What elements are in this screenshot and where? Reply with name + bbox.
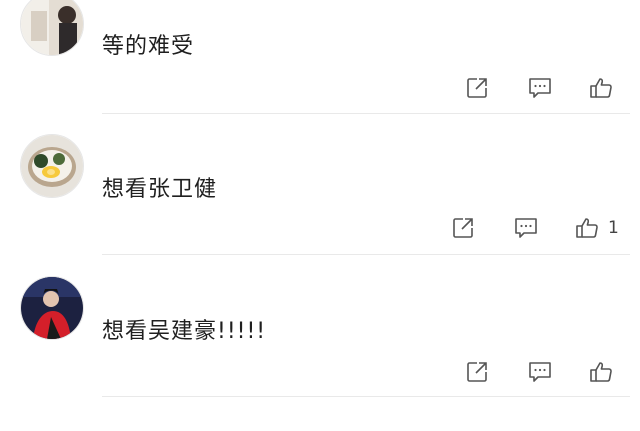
divider [102,396,630,397]
divider [102,254,630,255]
like-button[interactable] [588,74,622,102]
share-icon [467,78,487,98]
comment-item: 等的难受 [0,0,640,114]
thumbs-up-icon [590,362,612,382]
share-button[interactable] [464,74,490,102]
share-button[interactable] [464,358,490,386]
comment-button[interactable] [527,74,553,102]
comment-text: 等的难受 [102,34,195,59]
comment-actions: 1 [440,214,640,242]
comment-text: 想看吴建豪!!!!! [102,319,267,344]
avatar[interactable] [20,276,84,340]
like-button[interactable]: 1 [574,214,619,242]
comment-icon [529,362,551,382]
share-icon [467,362,487,382]
comment-text: 想看张卫健 [102,177,218,202]
avatar[interactable] [20,134,84,198]
share-button[interactable] [450,214,476,242]
comment-button[interactable] [513,214,539,242]
avatar[interactable] [20,0,84,56]
comment-item: 想看张卫健 1 [0,114,640,255]
comment-icon [529,78,551,98]
like-button[interactable] [588,358,622,386]
comment-actions [440,74,640,102]
share-icon [453,218,473,238]
thumbs-up-icon [576,218,598,238]
like-count: 1 [608,218,619,238]
comment-actions [440,358,640,386]
comment-button[interactable] [527,358,553,386]
comment-icon [515,218,537,238]
comment-item: 想看吴建豪!!!!! [0,256,640,397]
thumbs-up-icon [590,78,612,98]
